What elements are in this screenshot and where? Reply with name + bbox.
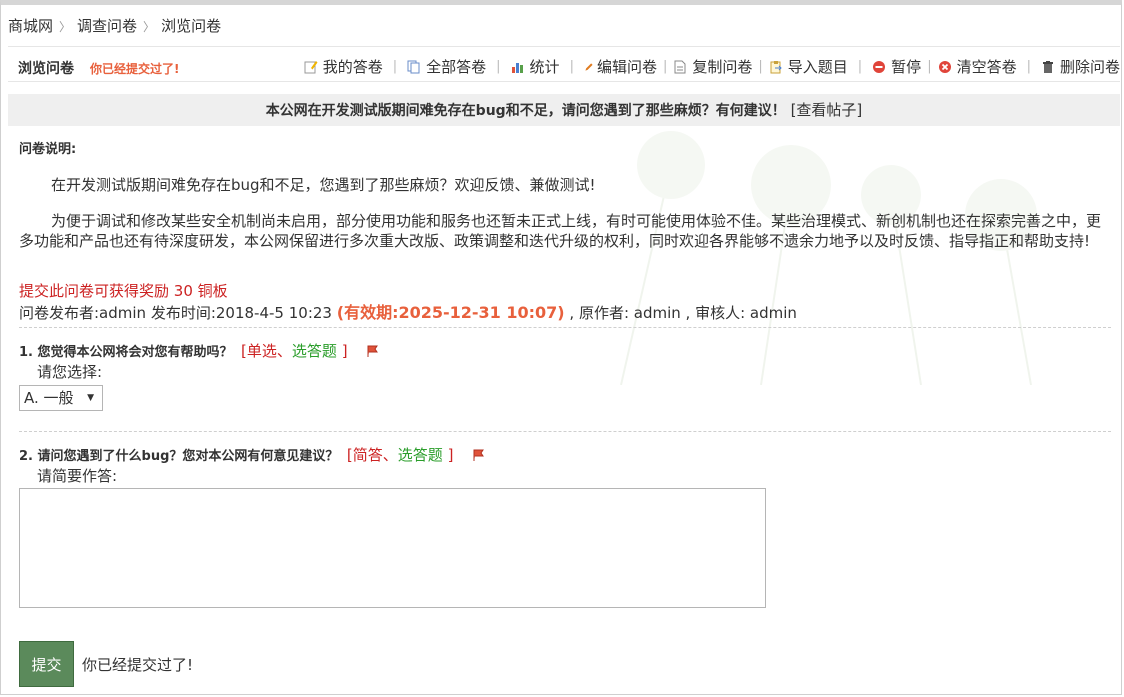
description-label: 问卷说明:	[19, 142, 77, 157]
question-2-type-tag: [简答、选答题 ]	[347, 446, 454, 464]
author-info: , 原作者: admin , 审核人: admin	[569, 304, 797, 322]
edit-survey-button[interactable]: 编辑问卷	[584, 56, 657, 77]
question-1-selected-value: A. 一般	[24, 389, 74, 407]
clear-icon	[938, 60, 951, 73]
question-2-title: 2. 请问您遇到了什么bug？您对本公网有何意见建议？ [简答、选答题 ]	[19, 444, 486, 465]
toolbar-divider: |	[662, 59, 668, 74]
question-2-type: [简答、	[346, 446, 398, 464]
chevron-right-icon: 〉	[59, 20, 72, 34]
submit-button[interactable]: 提交	[19, 641, 74, 687]
toolbar-divider: |	[392, 59, 398, 74]
submitted-status: 你已经提交过了!	[90, 62, 180, 76]
breadcrumb-surveys[interactable]: 调查问卷	[77, 17, 137, 35]
breadcrumb-home[interactable]: 商城网	[8, 17, 53, 35]
view-post-link[interactable]: [查看帖子]	[791, 101, 863, 119]
toolbar-divider: |	[1026, 59, 1031, 74]
clear-answers-button[interactable]: 清空答卷	[938, 56, 1017, 77]
statistics-label: 统计	[529, 58, 560, 76]
description-paragraph-1: 在开发测试版期间难免存在bug和不足，您遇到了那些麻烦？欢迎反馈、兼做测试!	[51, 176, 596, 194]
toolbar-actions: 我的答卷 | 全部答卷 | 统计 | 编辑问卷 | 复制问卷 | 导入题目 | …	[304, 56, 1120, 77]
publisher-info: 问卷发布者:admin 发布时间:2018-4-5 10:23	[19, 304, 332, 322]
document-icon	[674, 60, 686, 73]
question-1-optional: 选答题	[291, 342, 337, 360]
copy-survey-label: 复制问卷	[692, 58, 753, 76]
question-1-type: [单选、	[241, 342, 292, 360]
copy-survey-button[interactable]: 复制问卷	[673, 56, 752, 77]
question-1-type-tag: [单选、选答题 ]	[241, 342, 348, 360]
my-answers-label: 我的答卷	[322, 58, 383, 76]
notice-banner: 本公网在开发测试版期间难免存在bug和不足，请问您遇到了那些麻烦？有何建议！ […	[8, 94, 1120, 126]
survey-description: 问卷说明: 在开发测试版期间难免存在bug和不足，您遇到了那些麻烦？欢迎反馈、兼…	[19, 138, 1111, 251]
toolbar-divider: |	[496, 59, 501, 74]
reward-text: 提交此问卷可获得奖励 30 铜板	[19, 282, 228, 300]
toolbar-divider: |	[857, 59, 863, 74]
delete-survey-label: 删除问卷	[1059, 58, 1120, 76]
survey-meta: 问卷发布者:admin 发布时间:2018-4-5 10:23 (有效期:202…	[19, 299, 797, 323]
trash-icon	[1042, 60, 1053, 73]
question-2-text: 2. 请问您遇到了什么bug？您对本公网有何意见建议？	[19, 449, 339, 464]
clear-answers-label: 清空答卷	[956, 58, 1017, 76]
chevron-down-icon: ▼	[87, 393, 94, 403]
page-frame: 商城网〉调查问卷〉浏览问卷 浏览问卷 你已经提交过了! 我的答卷 | 全部答卷 …	[0, 0, 1122, 695]
question-1-hint: 请您选择:	[37, 363, 103, 381]
question-1-select[interactable]: A. 一般 ▼	[19, 385, 103, 411]
toolbar-divider: |	[758, 59, 763, 74]
breadcrumb: 商城网〉调查问卷〉浏览问卷	[8, 15, 221, 36]
section-divider	[19, 327, 1111, 328]
question-2-optional: 选答题	[397, 446, 443, 464]
toolbar-title: 浏览问卷	[18, 61, 74, 77]
breadcrumb-current: 浏览问卷	[161, 17, 222, 35]
expiry-date: (有效期:2025-12-31 10:07)	[336, 303, 565, 322]
pause-icon	[873, 60, 886, 73]
pause-button[interactable]: 暂停	[872, 56, 921, 77]
import-icon	[770, 60, 782, 73]
chevron-right-icon: 〉	[143, 20, 156, 34]
notice-text: 本公网在开发测试版期间难免存在bug和不足，请问您遇到了那些麻烦？有何建议！	[265, 103, 786, 119]
my-answers-button[interactable]: 我的答卷	[304, 56, 383, 77]
description-paragraph-2: 为便于调试和修改某些安全机制尚未启用，部分使用功能和服务也还暂未正式上线，有时可…	[19, 212, 1102, 250]
all-answers-label: 全部答卷	[426, 58, 487, 76]
import-questions-button[interactable]: 导入题目	[769, 56, 848, 77]
question-2-answer-field[interactable]	[19, 488, 766, 608]
question-2-hint: 请简要作答:	[37, 467, 118, 485]
toolbar-divider: |	[927, 59, 932, 74]
delete-survey-button[interactable]: 删除问卷	[1041, 56, 1120, 77]
question-2-tag-close: ]	[447, 446, 454, 464]
toolbar-divider: |	[569, 59, 574, 74]
question-1-text: 1. 您觉得本公网将会对您有帮助吗？	[19, 345, 233, 360]
survey-toolbar: 浏览问卷 你已经提交过了! 我的答卷 | 全部答卷 | 统计 | 编辑问卷 |	[8, 46, 1120, 82]
submit-status-message: 你已经提交过了!	[82, 656, 194, 674]
pencil-icon	[585, 62, 593, 71]
all-answers-button[interactable]: 全部答卷	[407, 56, 486, 77]
edit-survey-label: 编辑问卷	[596, 58, 657, 76]
copy-documents-icon	[407, 60, 420, 73]
pencil-paper-icon	[304, 60, 318, 73]
import-questions-label: 导入题目	[787, 58, 848, 76]
report-flag-icon[interactable]	[366, 344, 380, 358]
question-1-tag-close: ]	[341, 342, 348, 360]
question-1-title: 1. 您觉得本公网将会对您有帮助吗？ [单选、选答题 ]	[19, 340, 380, 361]
pause-label: 暂停	[891, 58, 922, 76]
bar-chart-icon	[511, 62, 523, 73]
report-flag-icon[interactable]	[472, 448, 486, 462]
statistics-button[interactable]: 统计	[511, 56, 560, 77]
section-divider	[19, 431, 1111, 432]
